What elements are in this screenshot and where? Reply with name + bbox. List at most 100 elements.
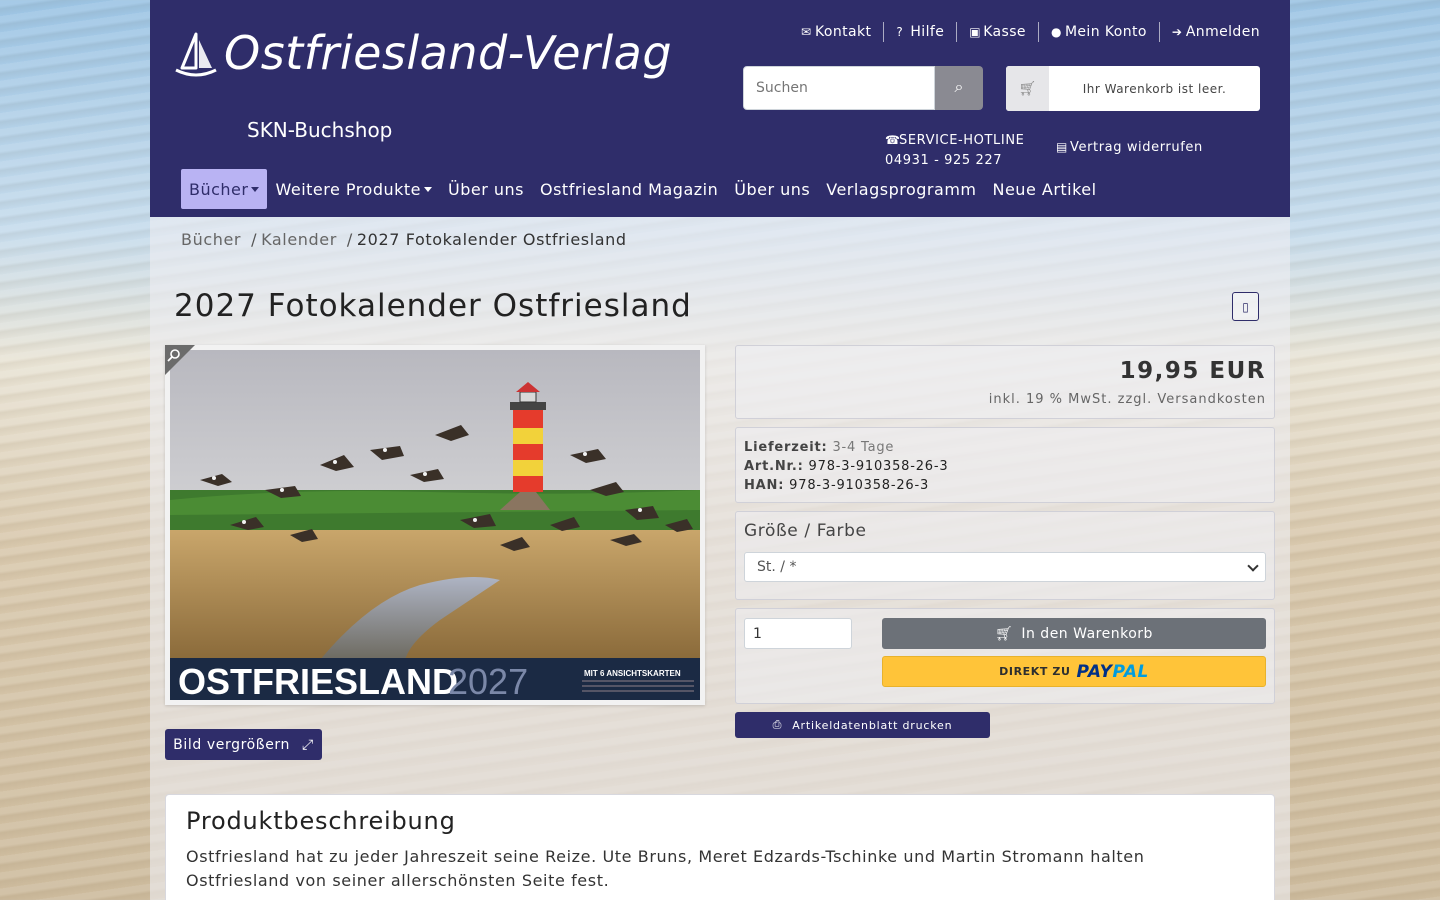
cover-title: OSTFRIESLAND [178,661,458,700]
paypal-prefix: DIREKT ZU [999,665,1071,678]
user-icon: ● [1050,25,1062,39]
enlarge-image-label: Bild vergrößern [173,736,291,753]
paypal-logo: PAYPAL [1077,662,1149,682]
product-image[interactable]: OSTFRIESLAND 2027 MIT 6 ANSICHTSKARTEN [165,345,705,705]
logo-title: Ostfriesland-Verlag [224,26,673,80]
breadcrumb-current: 2027 Fotokalender Ostfriesland [356,230,627,249]
nav-label: Ostfriesland Magazin [540,179,719,199]
enlarge-image-button[interactable]: Bild vergrößern ⤢ [165,729,322,760]
my-account-link[interactable]: ● Mein Konto [1037,22,1159,42]
my-account-label: Mein Konto [1064,24,1147,40]
print-datasheet-button[interactable]: ⎙ Artikeldatenblatt drucken [735,712,990,738]
paypal-logo-part1: PAY [1076,661,1113,682]
hotline-number[interactable]: 04931 - 925 227 [885,151,1024,171]
artnr-value: 978-3-910358-26-3 [808,459,949,474]
login-label: Anmelden [1185,24,1260,40]
nav-label: Verlagsprogramm [826,179,977,199]
main-navigation: Bücher Weitere Produkte Über uns Ostfrie… [181,169,1105,209]
description-text: Ostfriesland hat zu jeder Jahreszeit sei… [186,847,1145,890]
cover-badge: MIT 6 ANSICHTSKARTEN [584,669,681,678]
delivery-row: Lieferzeit: 3-4 Tage [744,438,1266,457]
nav-item-neue-artikel[interactable]: Neue Artikel [984,169,1104,209]
cart-widget[interactable]: 🛒︎ Ihr Warenkorb ist leer. [1006,66,1260,111]
paypal-button[interactable]: DIREKT ZU PAYPAL [882,656,1266,687]
artnr-label: Art.Nr.: [744,459,804,474]
nav-label: Über uns [448,179,524,199]
chevron-down-icon [1247,560,1259,572]
hotline-label: SERVICE-HOTLINE [899,133,1025,148]
breadcrumb: Bücher / Kalender/2027 Fotokalender Ostfri… [181,230,627,249]
han-value: 978-3-910358-26-3 [789,478,930,493]
variant-selected-value: St. / * [757,559,797,575]
expand-icon: ⤢ [302,736,314,753]
search-form: ⌕ [743,66,983,110]
login-link[interactable]: ➔ Anmelden [1158,22,1272,42]
bookmark-icon: ▯ [1242,299,1249,314]
breadcrumb-item-buecher[interactable]: Bücher [181,230,241,249]
artnr-row: Art.Nr.: 978-3-910358-26-3 [744,457,1266,476]
withdraw-contract-link[interactable]: ▤ Vertrag widerrufen [1056,140,1203,155]
magnifier-icon[interactable] [165,345,195,375]
calendar-cover-image: OSTFRIESLAND 2027 MIT 6 ANSICHTSKARTEN [170,350,700,700]
site-header: Ostfriesland-Verlag SKN-Buchshop ✉ Kontak… [150,0,1290,217]
search-icon: ⌕ [954,79,964,96]
search-button[interactable]: ⌕ [935,66,983,110]
breadcrumb-item-kalender[interactable]: Kalender [261,230,337,249]
cart-status: Ihr Warenkorb ist leer. [1082,81,1227,96]
logo-subtitle: SKN-Buchshop [247,118,393,142]
variant-select[interactable]: St. / * [744,552,1266,582]
nav-item-ueber-uns-2[interactable]: Über uns [726,169,818,209]
product-info: Lieferzeit: 3-4 Tage Art.Nr.: 978-3-9103… [735,427,1275,503]
service-hotline: ☎SERVICE-HOTLINE 04931 - 925 227 [885,130,1024,171]
phone-icon: ☎ [885,133,901,147]
vat-note[interactable]: inkl. 19 % MwSt. zzgl. Versandkosten [989,392,1266,407]
breadcrumb-separator: / [346,230,353,249]
page-title: 2027 Fotokalender Ostfriesland [174,288,692,324]
wishlist-button[interactable]: ▯ [1232,292,1259,321]
search-input[interactable] [743,66,935,110]
add-to-cart-button[interactable]: 🛒︎ In den Warenkorb [882,618,1266,649]
product-price: 19,95 EUR [1119,358,1266,384]
delivery-label: Lieferzeit: [744,440,828,455]
buy-box: 🛒︎ In den Warenkorb DIREKT ZU PAYPAL [735,608,1275,704]
print-datasheet-label: Artikeldatenblatt drucken [792,718,953,732]
cart-icon: 🛒︎ [995,625,1014,642]
help-link[interactable]: ? Hilfe [883,22,956,42]
nav-item-buecher[interactable]: Bücher [181,169,268,209]
breadcrumb-separator: / [251,230,258,249]
quantity-input[interactable] [744,618,852,649]
nav-label: Neue Artikel [992,179,1097,199]
shopping-cart-icon: 🛒︎ [1006,66,1049,111]
han-row: HAN: 978-3-910358-26-3 [744,476,1266,495]
print-icon: ⎙ [772,718,783,731]
checkout-label: Kasse [983,24,1026,40]
delivery-value: 3-4 Tage [832,440,895,455]
caret-down-icon [251,186,260,192]
nav-label: Weitere Produkte [275,179,421,199]
sign-in-icon: ➔ [1171,25,1183,39]
page-container: Ostfriesland-Verlag SKN-Buchshop ✉ Kontak… [150,0,1290,900]
cover-year: 2027 [448,661,528,700]
envelope-icon: ✉ [800,25,812,39]
price-box: 19,95 EUR inkl. 19 % MwSt. zzgl. Versand… [735,345,1275,419]
checkout-link[interactable]: ▣ Kasse [956,22,1038,42]
variant-box: Größe / Farbe St. / * [735,511,1275,600]
nav-item-weitere-produkte[interactable]: Weitere Produkte [267,169,440,209]
nav-label: Über uns [734,179,811,199]
nav-item-verlagsprogramm[interactable]: Verlagsprogramm [818,169,984,209]
product-description: Produktbeschreibung Ostfriesland hat zu … [165,794,1275,900]
nav-label: Bücher [189,179,249,199]
description-heading: Produktbeschreibung [186,807,456,835]
nav-item-ueber-uns[interactable]: Über uns [440,169,532,209]
cash-register-icon: ▣ [969,25,981,39]
han-label: HAN: [744,478,785,493]
nav-item-ostfriesland-magazin[interactable]: Ostfriesland Magazin [532,169,726,209]
file-icon: ▤ [1056,140,1068,154]
help-label: Hilfe [910,24,945,40]
add-to-cart-label: In den Warenkorb [1021,625,1153,642]
withdraw-label: Vertrag widerrufen [1070,140,1203,155]
variant-label: Größe / Farbe [744,521,867,541]
contact-link[interactable]: ✉ Kontakt [789,22,883,42]
question-icon: ? [896,25,904,39]
sailboat-icon [175,32,217,77]
